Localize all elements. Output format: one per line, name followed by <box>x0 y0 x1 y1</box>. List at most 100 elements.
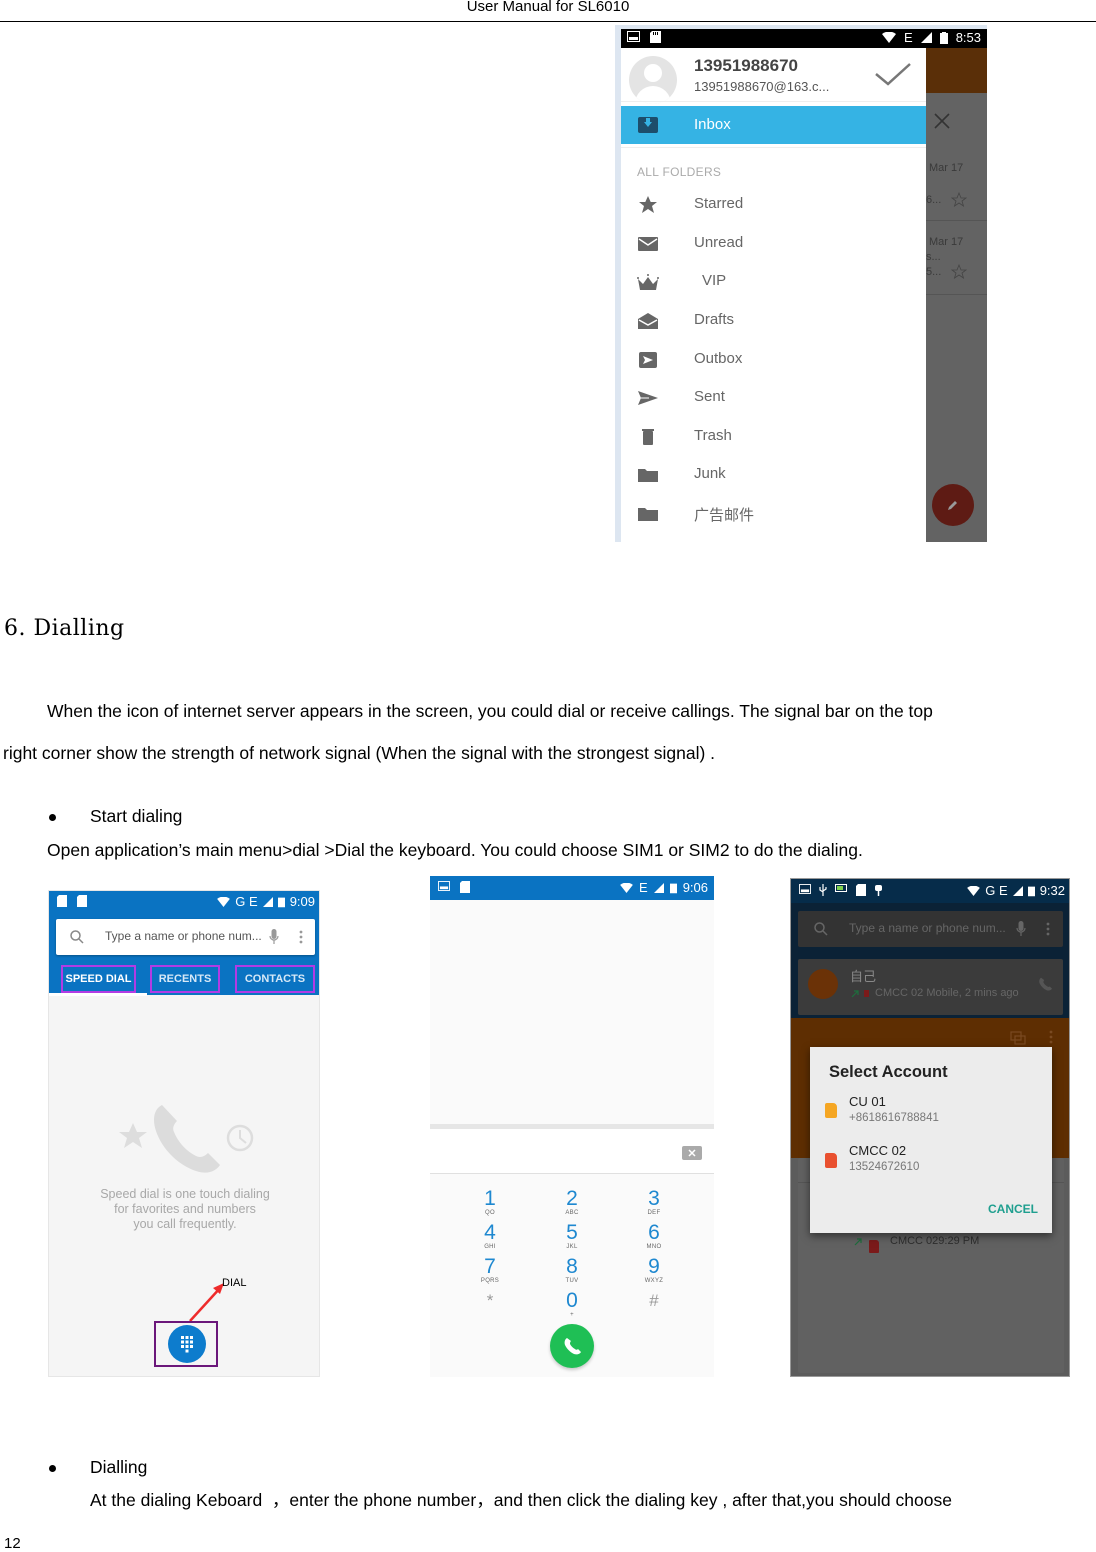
network-type: G E <box>235 894 258 909</box>
phone-icon[interactable] <box>1038 977 1052 991</box>
key-digit: 1 <box>484 1187 496 1210</box>
outbox-icon <box>639 352 657 368</box>
folder-ads[interactable]: 广告邮件 <box>621 495 926 533</box>
dialpad-key[interactable]: # <box>624 1290 684 1312</box>
key-digit: 0 <box>566 1289 578 1312</box>
folder-inbox[interactable]: Inbox <box>621 106 926 144</box>
search-input[interactable]: Type a name or phone num... <box>56 919 315 955</box>
dialpad-key[interactable]: 4 GHI <box>460 1222 520 1251</box>
backspace-button[interactable] <box>682 1146 702 1160</box>
page-number: 12 <box>4 1535 21 1552</box>
dialpad-key[interactable]: 1 QO <box>460 1188 520 1217</box>
bullet-icon <box>49 814 56 821</box>
navigation-drawer: 13951988670 13951988670@163.c... Inbox A… <box>621 48 926 542</box>
select-account-dialog: Select Account CU 01 +8618616788841 CMCC… <box>810 1047 1052 1233</box>
usb-icon <box>819 884 827 896</box>
dialpad-key[interactable]: * <box>460 1290 520 1312</box>
compose-button[interactable] <box>932 484 974 526</box>
sd-card-icon <box>77 895 87 907</box>
dialpad-button[interactable] <box>168 1325 206 1363</box>
account-name: CU 01 <box>849 1094 886 1109</box>
annotation-arrow-icon <box>189 1283 224 1322</box>
tab-speed-dial[interactable]: SPEED DIAL <box>61 965 136 993</box>
key-letters: JKL <box>566 1244 578 1250</box>
select-account-screenshot: G E 9:32 Type a name or phone num... 自己 … <box>790 878 1070 1377</box>
folder-icon <box>638 508 658 521</box>
dialpad-key[interactable]: 8 TUV <box>542 1256 602 1285</box>
microphone-icon[interactable] <box>1016 921 1026 937</box>
sim-card-icon <box>825 1153 837 1168</box>
tab-recents[interactable]: RECENTS <box>150 965 220 993</box>
speed-dial-screenshot: G E 9:09 Type a name or phone num... SPE… <box>48 890 320 1377</box>
status-bar: E 9:06 <box>430 876 714 900</box>
folder-label: Starred <box>694 195 744 212</box>
avatar <box>808 969 838 999</box>
dimmed-header: Type a name or phone num... 自己 CMCC 02 M… <box>791 903 1069 1018</box>
search-input[interactable]: Type a name or phone num... <box>798 911 1063 947</box>
folder-label: Inbox <box>694 116 731 133</box>
key-digit: 3 <box>648 1187 660 1210</box>
inbox-icon <box>638 117 658 133</box>
network-type: G E <box>985 883 1008 898</box>
star-outline-icon[interactable] <box>951 264 967 280</box>
wifi-icon <box>967 885 981 896</box>
avatar <box>629 56 677 104</box>
header-rule <box>0 21 1096 22</box>
folder-sent[interactable]: Sent <box>621 379 926 417</box>
search-placeholder: Type a name or phone num... <box>849 921 1006 935</box>
sim-card-icon <box>825 1103 837 1118</box>
key-letters: DEF <box>647 1210 661 1216</box>
dialpad-key[interactable]: 5 JKL <box>542 1222 602 1251</box>
close-icon[interactable] <box>934 113 950 129</box>
dialpad-key[interactable]: 0 + <box>542 1290 602 1319</box>
app-bar: Type a name or phone num... SPEED DIAL R… <box>49 913 319 995</box>
folder-drafts[interactable]: Drafts <box>621 302 926 340</box>
drafts-icon <box>638 313 658 329</box>
more-options-icon[interactable] <box>1049 1030 1053 1044</box>
status-time: 9:32 <box>1039 883 1065 898</box>
key-digit: * <box>486 1291 494 1310</box>
check-icon[interactable] <box>873 60 913 90</box>
folder-label: Outbox <box>694 350 743 367</box>
trash-icon <box>642 429 654 445</box>
dialpad-key[interactable]: 9 WXYZ <box>624 1256 684 1285</box>
dialpad-key[interactable]: 7 PQRS <box>460 1256 520 1285</box>
microphone-icon[interactable] <box>269 929 279 945</box>
wifi-icon <box>620 882 633 893</box>
section-label: ALL FOLDERS <box>637 165 722 179</box>
more-options-icon[interactable] <box>299 930 303 944</box>
dialpad-key[interactable]: 6 MNO <box>624 1222 684 1251</box>
recent-contact-card[interactable]: 自己 CMCC 02 Mobile, 2 mins ago <box>798 959 1063 1015</box>
folder-label: Unread <box>694 234 744 251</box>
account-option[interactable]: CU 01 +8618616788841 <box>810 1091 1052 1137</box>
key-letters: GHI <box>484 1244 496 1250</box>
folder-outbox[interactable]: Outbox <box>621 341 926 379</box>
outgoing-call-icon <box>854 1238 862 1246</box>
dialpad-key[interactable]: 3 DEF <box>624 1188 684 1217</box>
number-input[interactable] <box>430 1124 714 1174</box>
key-letters: TUV <box>565 1278 579 1284</box>
folder-unread[interactable]: Unread <box>621 225 926 263</box>
folder-vip[interactable]: VIP <box>621 263 926 301</box>
account-option[interactable]: CMCC 02 13524672610 <box>810 1140 1052 1186</box>
folder-junk[interactable]: Junk <box>621 456 926 494</box>
sd-card-icon <box>650 31 661 43</box>
folder-trash[interactable]: Trash <box>621 418 926 456</box>
tab-contacts[interactable]: CONTACTS <box>235 965 315 993</box>
dialpad-key[interactable]: 2 ABC <box>542 1188 602 1217</box>
star-outline-icon[interactable] <box>951 192 967 208</box>
status-bar: E 8:53 <box>621 29 987 48</box>
bullet-text: Open application’s main menu>dial >Dial … <box>47 840 863 860</box>
status-time: 9:09 <box>289 894 315 909</box>
folder-starred[interactable]: Starred <box>621 186 926 224</box>
key-digit: 6 <box>648 1221 660 1244</box>
search-icon <box>814 922 828 936</box>
key-digit: 8 <box>566 1255 578 1278</box>
key-digit: 9 <box>648 1255 660 1278</box>
battery-charging-icon <box>835 884 847 892</box>
cancel-button[interactable]: CANCEL <box>988 1202 1038 1216</box>
call-button[interactable] <box>550 1324 594 1368</box>
more-options-icon[interactable] <box>1046 922 1050 936</box>
sd-card-icon <box>57 895 67 907</box>
account-number: 13524672610 <box>849 1161 920 1173</box>
